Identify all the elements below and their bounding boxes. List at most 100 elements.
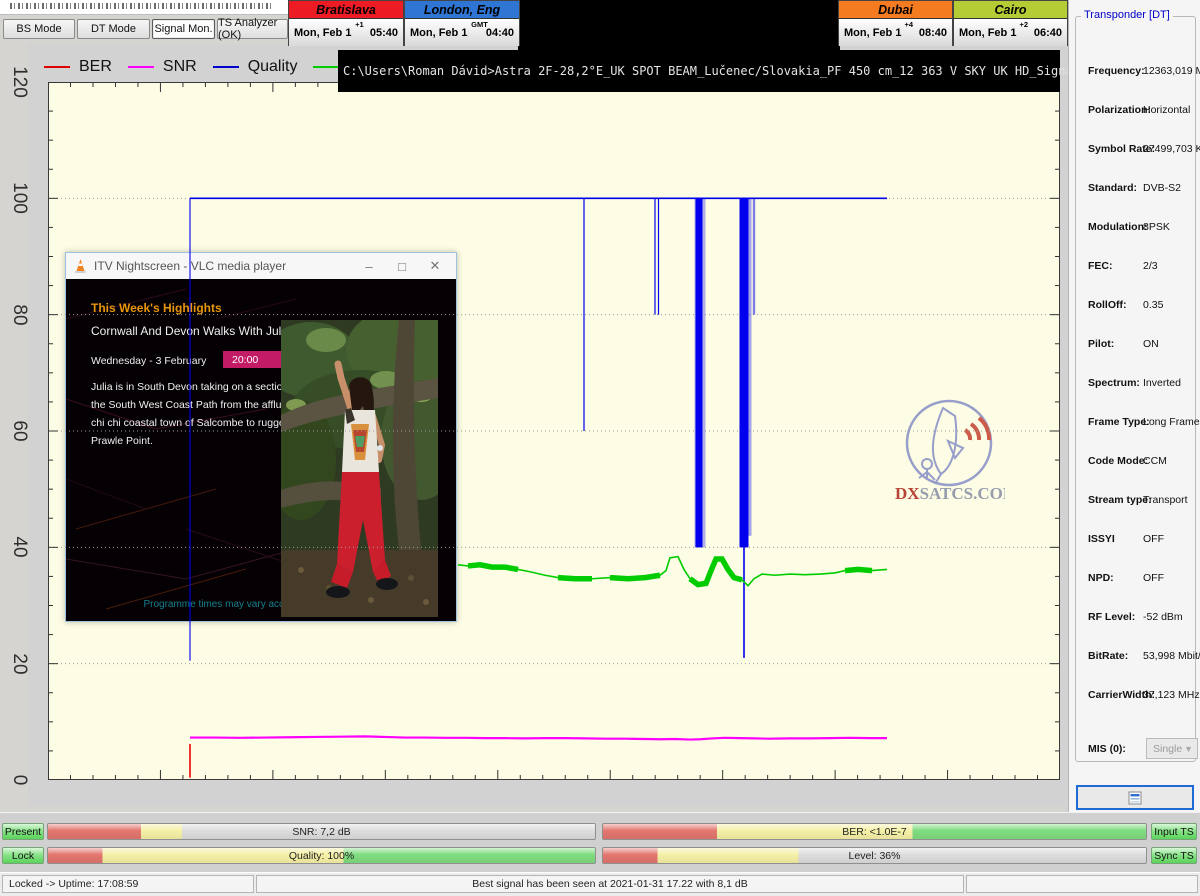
y-tick-label: 20: [6, 651, 32, 677]
signal-mon-button[interactable]: Signal Mon.: [152, 19, 215, 39]
sync-ts-button[interactable]: Sync TS: [1151, 847, 1197, 864]
transponder-row: Frame Type:Long Frame: [1088, 416, 1200, 428]
programme-time-badge: 20:00: [223, 351, 285, 368]
svg-text:DXSATCS.COM: DXSATCS.COM: [895, 484, 1005, 503]
transponder-row-label: ISSYI: [1088, 533, 1115, 545]
transponder-title: Transponder [DT]: [1081, 9, 1173, 21]
dt-mode-button[interactable]: DT Mode: [77, 19, 150, 39]
transponder-row: Stream type:Transport: [1088, 494, 1200, 506]
clock-offset: +2: [1020, 20, 1029, 29]
transponder-row: Spectrum:Inverted: [1088, 377, 1200, 389]
console-titlebar: C:\Users\Roman Dávid>Astra 2F-28,2°E_UK …: [338, 50, 1060, 92]
transponder-row: NPD:OFF: [1088, 572, 1200, 584]
transponder-row: BitRate:53,998 Mbit/s: [1088, 650, 1200, 662]
transponder-row-value: 27499,703 KS/s: [1143, 143, 1200, 155]
clock-city-label: Bratislava: [289, 1, 403, 19]
transponder-row-label: Frame Type:: [1088, 416, 1150, 428]
vlc-titlebar[interactable]: ITV Nightscreen - VLC media player – □ ✕: [66, 253, 456, 279]
vlc-window-title: ITV Nightscreen - VLC media player: [94, 259, 349, 273]
level-progress-bar: Level: 36%: [602, 847, 1147, 864]
level-bar-text: Level: 36%: [603, 848, 1146, 863]
chart-legend: BER SNR Quality Level: [44, 52, 387, 82]
quality-bar-text: Quality: 100%: [48, 848, 595, 863]
clock-city-label: London, Eng: [405, 1, 519, 19]
clock-city-label: Cairo: [954, 1, 1067, 19]
transponder-row: Symbol Rate:27499,703 KS/s: [1088, 143, 1200, 155]
transponder-row-value: 0.35: [1143, 299, 1163, 311]
clock-offset: GMT: [471, 20, 488, 29]
clock-time: 05:40: [370, 27, 398, 39]
best-signal-status: Best signal has been seen at 2021-01-31 …: [256, 875, 964, 893]
transponder-row-label: Modulation:: [1088, 221, 1147, 233]
legend-item-ber: BER: [44, 58, 112, 76]
clock-offset: +4: [905, 20, 914, 29]
programme-date: Wednesday - 3 February: [91, 355, 206, 367]
mis-value: Single: [1153, 743, 1182, 755]
lock-indicator[interactable]: Lock: [2, 847, 44, 864]
ber-bar-text: BER: <1.0E-7: [603, 824, 1146, 839]
y-tick-label: 120: [6, 69, 32, 95]
transponder-row-value: CCM: [1143, 455, 1167, 467]
legend-label: Quality: [248, 58, 298, 76]
quality-line-swatch: [213, 66, 239, 68]
transponder-row-label: Pilot:: [1088, 338, 1114, 350]
vlc-video-area: This Week's Highlights Cornwall And Devo…: [66, 279, 456, 621]
clock-date: Mon, Feb 1: [959, 27, 1016, 39]
transponder-row-label: Frequency:: [1088, 65, 1145, 77]
legend-label: BER: [79, 58, 112, 76]
transponder-row-value: DVB-S2: [1143, 182, 1181, 194]
y-tick-label: 100: [6, 185, 32, 211]
transponder-row-value: Transport: [1143, 494, 1188, 506]
transponder-row: Code Mode:CCM: [1088, 455, 1200, 467]
transponder-row-value: ON: [1143, 338, 1159, 350]
ber-line-swatch: [44, 66, 70, 68]
level-line-swatch: [313, 66, 339, 68]
legend-item-snr: SNR: [128, 58, 197, 76]
transponder-row: Modulation:8PSK: [1088, 221, 1200, 233]
programme-highlight-heading: This Week's Highlights: [91, 301, 222, 315]
input-ts-button[interactable]: Input TS: [1151, 823, 1197, 840]
vlc-window: ITV Nightscreen - VLC media player – □ ✕…: [65, 252, 457, 622]
transponder-row-label: Polarization:: [1088, 104, 1151, 116]
mis-select[interactable]: Single ▼: [1146, 738, 1198, 759]
transponder-row: Frequency:12363,019 MHz: [1088, 65, 1200, 77]
console-window-background: [518, 0, 840, 50]
signal-waves-icon: [971, 424, 979, 440]
transponder-row: Standard:DVB-S2: [1088, 182, 1200, 194]
status-cell-empty: [966, 875, 1198, 893]
satellite-dish-icon: [933, 408, 956, 474]
watermark-dx-text: DX: [895, 484, 920, 503]
transponder-row-label: RF Level:: [1088, 611, 1135, 623]
y-tick-label: 60: [6, 418, 32, 444]
ts-analyzer-button[interactable]: TS Analyzer (OK): [217, 19, 288, 39]
transponder-row-label: NPD:: [1088, 572, 1114, 584]
transponder-row-value: -52 dBm: [1143, 611, 1183, 623]
snr-progress-bar: SNR: 7,2 dB: [47, 823, 596, 840]
bs-mode-button[interactable]: BS Mode: [3, 19, 75, 39]
present-indicator[interactable]: Present: [2, 823, 44, 840]
transponder-row-value: 53,998 Mbit/s: [1143, 650, 1200, 662]
clock-time: 04:40: [486, 27, 514, 39]
vlc-cone-icon: [74, 259, 87, 273]
status-strip: Locked -> Uptime: 17:08:59 Best signal h…: [0, 872, 1200, 896]
watermark-rest-text: SATCS.COM: [920, 484, 1005, 503]
y-tick-label: 0: [6, 767, 32, 793]
close-button[interactable]: ✕: [422, 256, 448, 276]
transponder-row: FEC:2/3: [1088, 260, 1200, 272]
transponder-row-label: FEC:: [1088, 260, 1113, 272]
transponder-row: Polarization:Horizontal: [1088, 104, 1200, 116]
ts-list-button[interactable]: [1076, 785, 1194, 810]
signal-bars-zone: Present Lock SNR: 7,2 dB Quality: 100% B…: [0, 812, 1200, 873]
transponder-panel: Transponder [DT] Frequency:12363,019 MHz…: [1068, 0, 1200, 812]
y-tick-label: 40: [6, 534, 32, 560]
clock-london: London, Eng Mon, Feb 1 GMT 04:40: [404, 0, 520, 46]
snr-line-swatch: [128, 66, 154, 68]
transponder-row: RollOff:0.35: [1088, 299, 1200, 311]
clock-city-label: Dubai: [839, 1, 952, 19]
transponder-row-value: Long Frame: [1143, 416, 1200, 428]
maximize-button[interactable]: □: [389, 256, 415, 276]
minimize-button[interactable]: –: [356, 256, 382, 276]
clock-dubai: Dubai Mon, Feb 1 +4 08:40: [838, 0, 953, 46]
programme-photo: [281, 320, 438, 617]
transponder-row-value: 12363,019 MHz: [1143, 65, 1200, 77]
